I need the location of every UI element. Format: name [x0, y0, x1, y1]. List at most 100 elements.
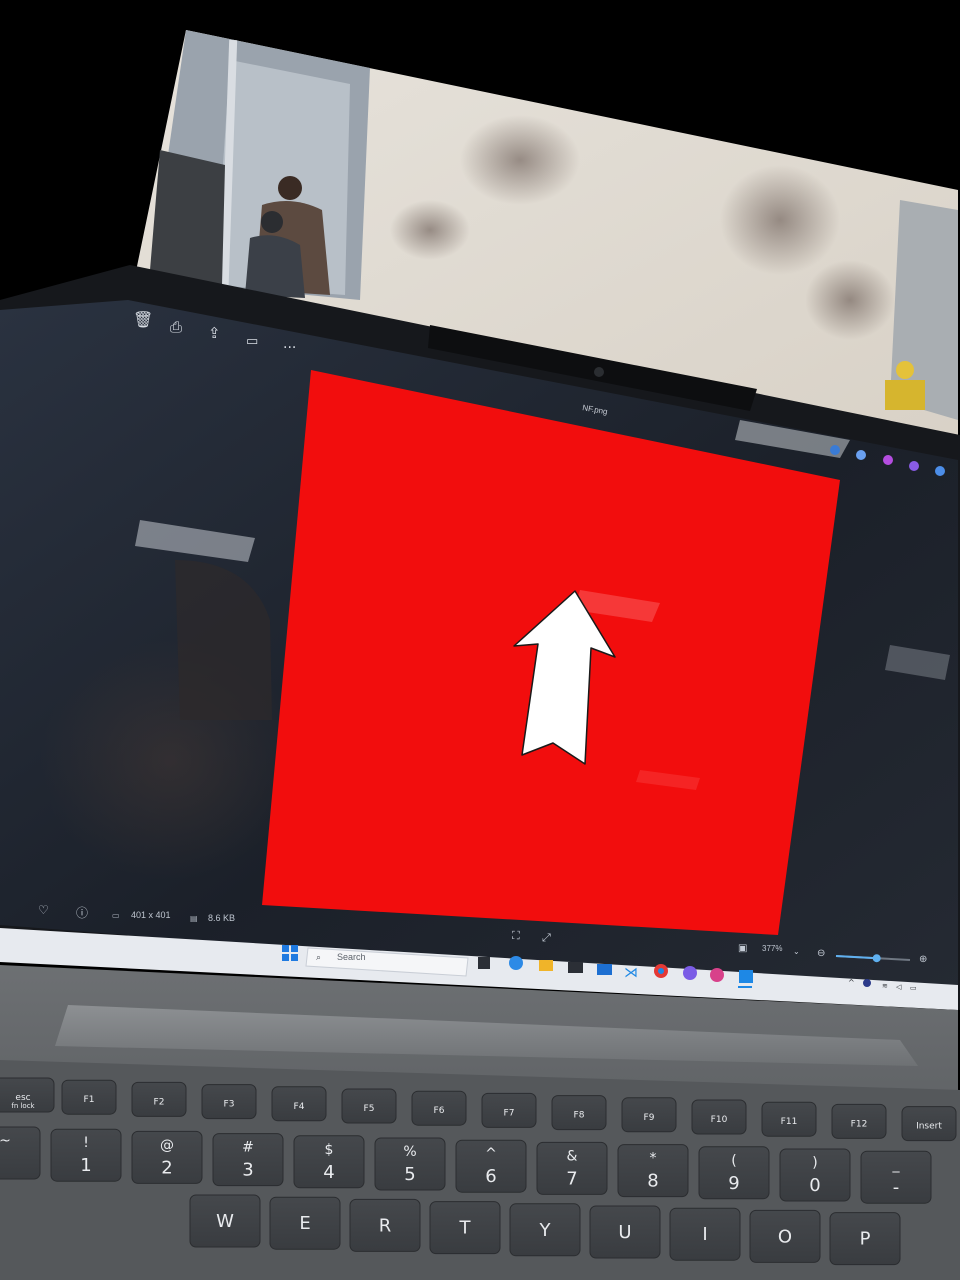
- zoom-level[interactable]: 377%: [762, 944, 782, 953]
- wifi-icon[interactable]: ≋: [882, 982, 888, 990]
- info-icon[interactable]: ⓘ: [76, 906, 88, 920]
- key-tilde[interactable]: ~: [0, 1126, 41, 1180]
- share-icon[interactable]: ⇪: [208, 324, 221, 342]
- terminal-icon[interactable]: [568, 962, 583, 973]
- key-f3[interactable]: F3: [201, 1084, 257, 1120]
- key-f6[interactable]: F6: [411, 1090, 467, 1126]
- key-insert-label-0: Insert: [916, 1122, 942, 1132]
- key-0-label-0: ): [812, 1155, 817, 1171]
- task-view-icon[interactable]: [478, 957, 490, 969]
- key-insert[interactable]: Insert: [901, 1106, 957, 1142]
- favorite-icon[interactable]: ♡: [38, 903, 49, 917]
- key-f7[interactable]: F7: [481, 1092, 537, 1128]
- mail-icon[interactable]: [597, 964, 612, 975]
- image-file-size: 8.6 KB: [208, 913, 236, 923]
- search-icon: ⌕: [316, 953, 321, 963]
- key-f3-label-0: F3: [224, 1100, 235, 1110]
- fit-to-window-icon[interactable]: ⛶: [512, 929, 520, 942]
- key-u[interactable]: U: [589, 1205, 661, 1259]
- app-icon-a[interactable]: [683, 966, 697, 980]
- key-t-label-0: T: [459, 1218, 472, 1239]
- app-icon-b[interactable]: [710, 968, 724, 982]
- more-options-icon[interactable]: ···: [283, 340, 296, 356]
- zoom-in-icon[interactable]: ⊕: [919, 954, 927, 965]
- key-f11-label-0: F11: [781, 1117, 798, 1127]
- key-6-label-1: 6: [485, 1166, 496, 1187]
- key-8[interactable]: *8: [617, 1144, 689, 1198]
- volume-icon[interactable]: ◁: [896, 983, 902, 991]
- key-r[interactable]: R: [349, 1198, 421, 1252]
- key-f2[interactable]: F2: [131, 1081, 187, 1117]
- taskbar-search-placeholder[interactable]: Search: [337, 952, 366, 962]
- key-i-label-0: I: [702, 1224, 707, 1245]
- screenshot-icon[interactable]: ▣: [738, 943, 747, 954]
- key-i[interactable]: I: [669, 1207, 741, 1261]
- print-icon[interactable]: ⎙: [170, 318, 182, 336]
- laptop-base: escfn lock F1 F2 F3 F4 F5 F6 F7 F8 F9 F10 F11 F12 Ins…: [0, 965, 960, 1280]
- edge-icon[interactable]: [509, 956, 523, 970]
- tray-chevron-icon[interactable]: ^: [848, 978, 855, 987]
- key-8-label-0: *: [650, 1151, 657, 1167]
- zoom-dropdown-chevron-icon[interactable]: ⌄: [793, 947, 800, 956]
- key-6[interactable]: ^6: [455, 1139, 527, 1193]
- key-4[interactable]: $4: [293, 1135, 365, 1189]
- tray-app-icon[interactable]: [863, 979, 871, 987]
- key-3-label-1: 3: [242, 1160, 253, 1181]
- key-f4-label-0: F4: [294, 1102, 305, 1112]
- key-1[interactable]: !1: [50, 1128, 122, 1182]
- key-esc[interactable]: escfn lock: [0, 1077, 55, 1113]
- key-f5[interactable]: F5: [341, 1088, 397, 1124]
- key-o[interactable]: O: [749, 1209, 821, 1263]
- slideshow-icon[interactable]: ▭: [246, 334, 258, 349]
- key-f1[interactable]: F1: [61, 1079, 117, 1115]
- key-5-label-0: %: [403, 1144, 416, 1160]
- key--[interactable]: _-: [860, 1150, 932, 1204]
- delete-icon[interactable]: 🗑: [133, 310, 153, 329]
- key-f12[interactable]: F12: [831, 1103, 887, 1139]
- key-9-label-0: (: [731, 1153, 736, 1169]
- key-f11[interactable]: F11: [761, 1101, 817, 1137]
- key-e[interactable]: E: [269, 1196, 341, 1250]
- file-size-icon: ▤: [190, 914, 198, 923]
- key-r-label-0: R: [379, 1215, 392, 1236]
- zoom-slider-thumb[interactable]: [872, 954, 881, 963]
- key-4-label-1: 4: [323, 1162, 334, 1183]
- zoom-out-icon[interactable]: ⊖: [817, 948, 825, 959]
- key-7-label-1: 7: [566, 1168, 577, 1189]
- key-7[interactable]: &7: [536, 1141, 608, 1195]
- image-size-icon: ▭: [112, 911, 120, 920]
- actual-size-icon[interactable]: ⤢: [542, 931, 551, 944]
- key-f8[interactable]: F8: [551, 1095, 607, 1131]
- key-f10[interactable]: F10: [691, 1099, 747, 1135]
- key-f4[interactable]: F4: [271, 1086, 327, 1122]
- key---label-1: -: [893, 1177, 900, 1198]
- key-7-label-0: &: [567, 1148, 578, 1164]
- key-w[interactable]: W: [189, 1194, 261, 1248]
- photo-frame: 🗑 ⎙ ⇪ ▭ ··· NF.png ♡ ⓘ ▭ ▤ ⛶ ⤢ ▣ ⌄ ⊖ ⊕ ⌕…: [0, 0, 960, 1280]
- image-dimensions: 401 x 401: [131, 910, 171, 920]
- key-5-label-1: 5: [404, 1164, 415, 1185]
- key-t[interactable]: T: [429, 1201, 501, 1255]
- key-1-label-0: !: [83, 1135, 89, 1151]
- photos-icon[interactable]: [739, 970, 753, 983]
- key-0-label-1: 0: [809, 1175, 820, 1196]
- key-9[interactable]: (9: [698, 1146, 770, 1200]
- key-3[interactable]: #3: [212, 1133, 284, 1187]
- key-8-label-1: 8: [647, 1171, 658, 1192]
- key-p[interactable]: P: [829, 1212, 901, 1266]
- key-p-label-0: P: [860, 1229, 871, 1250]
- key-2[interactable]: @2: [131, 1130, 203, 1184]
- key-f2-label-0: F2: [154, 1097, 165, 1107]
- key-tilde-label-0: ~: [0, 1133, 11, 1149]
- battery-icon[interactable]: ▭: [910, 984, 917, 992]
- file-explorer-icon[interactable]: [539, 960, 553, 971]
- key-y[interactable]: Y: [509, 1203, 581, 1257]
- key-e-label-0: E: [299, 1213, 310, 1234]
- key-f5-label-0: F5: [364, 1104, 375, 1114]
- key-0[interactable]: )0: [779, 1148, 851, 1202]
- laptop-photo: 🗑 ⎙ ⇪ ▭ ··· NF.png ♡ ⓘ ▭ ▤ ⛶ ⤢ ▣ ⌄ ⊖ ⊕ ⌕…: [0, 30, 960, 1280]
- vscode-icon[interactable]: ⋊: [624, 965, 638, 981]
- key-5[interactable]: %5: [374, 1137, 446, 1191]
- key-4-label-0: $: [325, 1142, 334, 1158]
- key-f9[interactable]: F9: [621, 1097, 677, 1133]
